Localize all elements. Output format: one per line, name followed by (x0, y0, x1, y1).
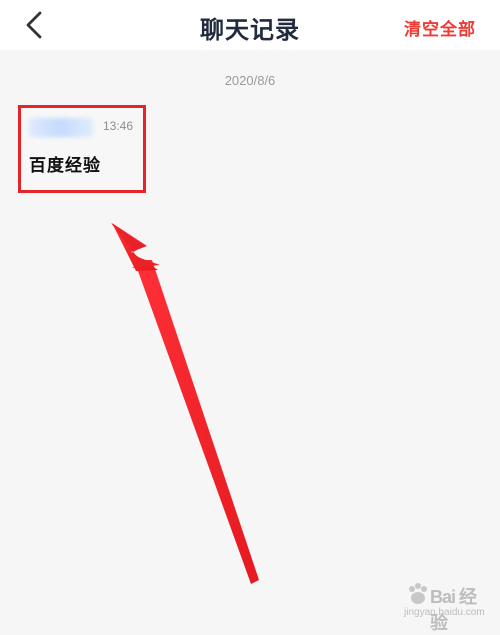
arrow-shaft (134, 260, 259, 584)
highlight-arrow-icon (111, 223, 259, 584)
history-date: 2020/8/6 (224, 73, 276, 88)
sender-name-blurred (29, 118, 93, 137)
message-item[interactable]: 13:46 百度经验 (18, 105, 146, 193)
message-time: 13:46 (103, 119, 134, 133)
watermark-url: jingyan.baidu.com (404, 607, 485, 618)
arrow-head (112, 223, 158, 271)
paw-icon (409, 583, 427, 604)
arrow-head-main (111, 223, 160, 268)
app-header: 聊天记录 清空全部 (0, 0, 500, 50)
watermark: Bai 经验 jingyan.baidu.com (404, 577, 488, 633)
clear-all-button[interactable]: 清空全部 (404, 15, 476, 40)
message-text: 百度经验 (29, 156, 101, 176)
